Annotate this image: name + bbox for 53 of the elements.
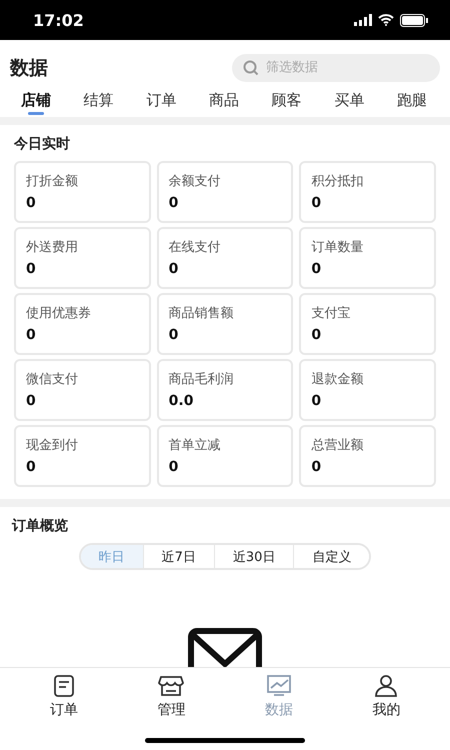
nav-item[interactable]: 管理 (131, 673, 212, 719)
chart-icon (266, 673, 292, 698)
store-icon (158, 673, 184, 698)
tab[interactable]: 结算 (74, 83, 123, 117)
stat-label: 在线支付 (168, 239, 222, 256)
nav-item[interactable]: 订单 (24, 673, 104, 719)
stat-value: 0.0 (168, 393, 194, 409)
search-field[interactable]: 筛选数据 (232, 54, 440, 82)
stat-label: 现金到付 (26, 437, 79, 454)
stat-value: 0 (168, 327, 180, 343)
status-time: 17:02 (33, 10, 84, 30)
stat-value: 0 (26, 393, 37, 409)
stat-label: 商品毛利润 (168, 371, 235, 388)
stat-label: 总营业额 (311, 437, 364, 454)
stat-value: 0 (168, 459, 180, 475)
stat-label: 首单立减 (168, 437, 222, 454)
tab[interactable]: 顾客 (262, 83, 311, 117)
stat-value: 0 (311, 459, 322, 475)
stat-label: 订单数量 (311, 239, 364, 256)
wifi-icon (378, 14, 394, 26)
period-tab[interactable]: 自定义 (293, 545, 370, 568)
stat-label: 外送费用 (26, 239, 79, 256)
stat-value: 0 (26, 459, 37, 475)
stat-label: 退款金额 (311, 371, 364, 388)
tab[interactable]: 商品 (200, 83, 248, 117)
search-icon (243, 60, 259, 76)
stat-value: 0 (311, 195, 322, 211)
page-title: 数据 (10, 56, 48, 80)
stat-value: 0 (168, 261, 180, 277)
stat-label: 打折金额 (26, 173, 79, 190)
tab[interactable]: 订单 (137, 83, 186, 117)
signal-icon (354, 14, 372, 26)
stat-value: 0 (26, 195, 37, 211)
stat-value: 0 (26, 261, 37, 277)
battery-icon (400, 14, 428, 26)
stat-value: 0 (311, 393, 322, 409)
stat-value: 0 (311, 261, 322, 277)
tab[interactable]: 跑腿 (388, 83, 436, 117)
stat-value: 0 (311, 327, 322, 343)
tab[interactable]: 店铺 (12, 83, 60, 117)
section-title: 订单概览 (12, 517, 69, 535)
stat-label: 支付宝 (311, 305, 352, 322)
stat-label: 余额支付 (168, 173, 222, 190)
tab[interactable]: 买单 (325, 83, 374, 117)
section-title: 今日实时 (14, 135, 71, 153)
nav-item[interactable]: 我的 (346, 673, 426, 719)
user-icon (373, 673, 400, 698)
stat-value: 0 (26, 327, 37, 343)
stat-value: 0 (168, 195, 180, 211)
stat-label: 微信支付 (26, 371, 79, 388)
stat-label: 积分抵扣 (311, 173, 364, 190)
stat-label: 商品销售额 (168, 305, 235, 322)
stat-label: 使用优惠券 (26, 305, 92, 322)
